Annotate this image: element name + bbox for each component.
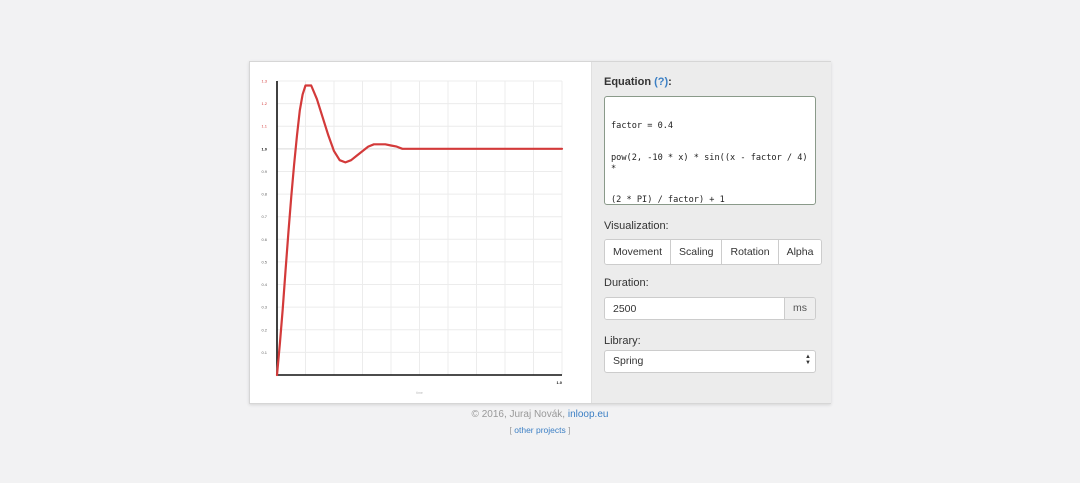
other-projects-link[interactable]: other projects: [514, 425, 566, 435]
equation-help-link[interactable]: (?): [654, 76, 668, 88]
footer-copyright: © 2016, Juraj Novák, inloop.eu: [0, 409, 1080, 420]
y-tick-label: 1.1: [261, 124, 267, 129]
equation-line: (2 * PI) / factor) + 1: [611, 195, 725, 206]
y-tick-label: 1.3: [261, 79, 267, 84]
bracket-close: ]: [568, 425, 571, 435]
equation-editor[interactable]: factor = 0.4 pow(2, -10 * x) * sin((x - …: [604, 96, 816, 205]
settings-panel: Equation (?): factor = 0.4 pow(2, -10 * …: [591, 62, 831, 403]
curve-chart-svg: 0.1 0.2 0.3 0.4 0.5 0.6 0.7 0.8 0.9 1.0 1.1 1.2 1.3 1…: [261, 79, 564, 395]
copyright-text: © 2016, Juraj Novák,: [471, 409, 566, 420]
equation-line: pow(2, -10 * x) * sin((x - factor / 4) *: [611, 152, 813, 174]
y-tick-label: 1.2: [261, 101, 267, 106]
y-tick-label: 0.5: [261, 259, 267, 264]
y-tick-label: 0.4: [261, 282, 267, 287]
y-tick-label: 0.7: [261, 214, 267, 219]
y-tick-label: 0.8: [261, 192, 267, 197]
library-label: Library:: [604, 335, 641, 347]
footer-other: [ other projects ]: [0, 425, 1080, 435]
y-tick-label: 0.3: [261, 305, 267, 310]
x-axis-caption: time: [416, 391, 423, 395]
select-caret-icon: ▲ ▼: [805, 354, 811, 366]
duration-field-group: ms: [604, 297, 816, 320]
bracket-open: [: [509, 425, 512, 435]
x-tick-label: 1.0: [556, 380, 562, 385]
site-link[interactable]: inloop.eu: [568, 409, 609, 420]
duration-label: Duration:: [604, 277, 649, 289]
alpha-button[interactable]: Alpha: [778, 240, 822, 264]
visualization-label: Visualization:: [604, 220, 669, 232]
y-tick-label: 0.6: [261, 237, 267, 242]
movement-button[interactable]: Movement: [605, 240, 672, 264]
y-tick-label: 1.0: [261, 146, 267, 151]
curve-chart: 0.1 0.2 0.3 0.4 0.5 0.6 0.7 0.8 0.9 1.0 1.1 1.2 1.3 1…: [250, 62, 591, 403]
library-selected-value: Spring: [613, 355, 644, 367]
visualization-button-group: Movement Scaling Rotation Alpha: [604, 239, 823, 265]
library-select[interactable]: Spring ▲ ▼: [604, 350, 816, 373]
y-tick-label: 0.9: [261, 169, 267, 174]
y-tick-label: 0.1: [261, 350, 267, 355]
easing-card: 0.1 0.2 0.3 0.4 0.5 0.6 0.7 0.8 0.9 1.0 1.1 1.2 1.3 1…: [249, 61, 831, 404]
duration-unit: ms: [784, 298, 815, 319]
rotation-button[interactable]: Rotation: [722, 240, 779, 264]
equation-line: factor = 0.4: [611, 121, 674, 132]
equation-label-colon: :: [668, 76, 672, 88]
equation-label: Equation: [604, 76, 652, 88]
equation-heading: Equation (?):: [604, 76, 672, 88]
duration-input[interactable]: [605, 298, 784, 319]
y-tick-label: 0.2: [261, 327, 267, 332]
scaling-button[interactable]: Scaling: [671, 240, 723, 264]
